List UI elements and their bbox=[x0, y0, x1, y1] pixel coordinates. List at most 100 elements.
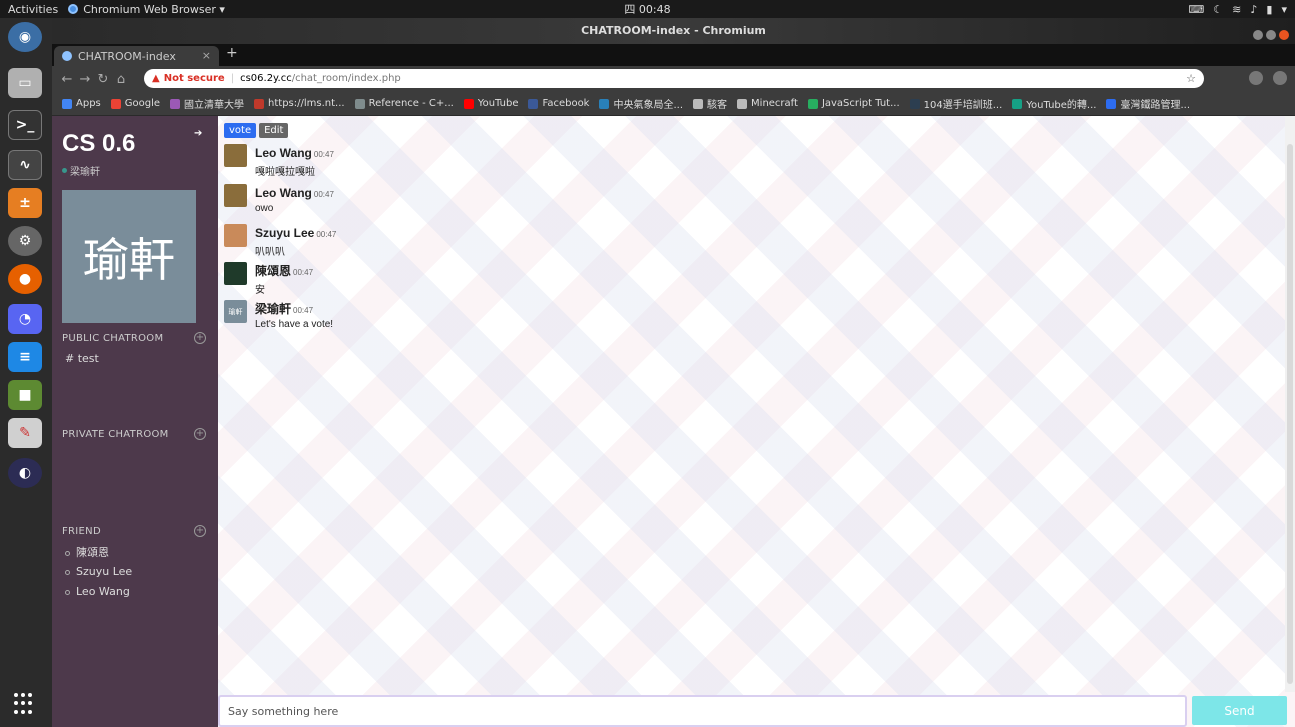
system-monitor-dock-icon[interactable]: ∿ bbox=[8, 150, 42, 180]
minimize-button[interactable] bbox=[1253, 30, 1263, 40]
edit-button[interactable]: Edit bbox=[259, 123, 289, 138]
firefox-dock-icon[interactable]: ● bbox=[8, 264, 42, 294]
night-light-icon[interactable]: ☾ bbox=[1213, 3, 1223, 16]
message-time: 00:47 bbox=[293, 306, 314, 315]
vote-button[interactable]: vote bbox=[224, 123, 257, 138]
new-tab-button[interactable]: + bbox=[226, 45, 238, 61]
terminal-dock-icon[interactable]: >_ bbox=[8, 110, 42, 140]
extension-icon[interactable] bbox=[1249, 71, 1263, 85]
message-text: 嘎啦嘎拉嘎啦 bbox=[255, 167, 315, 178]
message-author: 梁瑜軒 bbox=[255, 302, 292, 316]
bookmark-item[interactable]: 駭客 bbox=[693, 96, 727, 111]
sidebar: CS 0.6 ➔ 梁瑜軒 瑜軒 PUBLIC CHATROOM + # test… bbox=[52, 116, 218, 727]
bookmark-label: Apps bbox=[76, 98, 101, 109]
bookmark-favicon-icon bbox=[693, 98, 704, 109]
friend-item[interactable]: Szuyu Lee bbox=[65, 565, 132, 578]
bookmark-label: 中央氣象局全... bbox=[613, 100, 684, 111]
settings-dock-icon[interactable]: ⚙ bbox=[8, 226, 42, 256]
app-menu[interactable]: Chromium Web Browser ▾ bbox=[68, 3, 225, 16]
bookmark-item[interactable]: 104選手培訓班... bbox=[909, 96, 1003, 111]
public-chatroom-title: PUBLIC CHATROOM bbox=[62, 333, 164, 344]
home-icon[interactable]: ⌂ bbox=[112, 72, 130, 87]
not-secure-label[interactable]: Not secure bbox=[164, 73, 225, 84]
editor-dock-icon[interactable]: ✎ bbox=[8, 418, 42, 448]
tab-close-icon[interactable]: × bbox=[202, 49, 211, 62]
media-dock-icon[interactable]: ◐ bbox=[8, 458, 42, 488]
add-friend-button[interactable]: + bbox=[194, 525, 206, 537]
bookmark-item[interactable]: YouTube的轉... bbox=[1012, 96, 1096, 111]
files-dock-icon[interactable]: ▭ bbox=[8, 68, 42, 98]
bookmark-star-icon[interactable]: ☆ bbox=[1186, 72, 1196, 85]
discord-dock-icon[interactable]: ◔ bbox=[8, 304, 42, 334]
message-header: 陳頌恩 00:47 bbox=[255, 262, 313, 280]
message-time: 00:47 bbox=[316, 230, 337, 239]
bookmark-label: JavaScript Tut... bbox=[821, 98, 900, 109]
bookmark-item[interactable]: https://lms.nt... bbox=[254, 98, 345, 109]
keyboard-icon[interactable]: ⌨ bbox=[1188, 3, 1204, 16]
minecraft-dock-icon[interactable]: ■ bbox=[8, 380, 42, 410]
message-header: Leo Wang 00:47 bbox=[255, 184, 334, 202]
bookmark-item[interactable]: Reference - C+... bbox=[354, 98, 454, 109]
bookmark-item[interactable]: 國立清華大學 bbox=[170, 96, 244, 111]
message-time: 00:47 bbox=[293, 268, 314, 277]
maximize-button[interactable] bbox=[1266, 30, 1276, 40]
bookmark-item[interactable]: Facebook bbox=[528, 98, 589, 109]
composer: Say something here Send bbox=[218, 695, 1295, 727]
battery-icon[interactable]: ▮ bbox=[1266, 3, 1272, 16]
calculator-dock-icon[interactable]: ± bbox=[8, 188, 42, 218]
show-applications-icon[interactable] bbox=[14, 693, 36, 715]
bookmark-favicon-icon bbox=[599, 98, 610, 109]
not-secure-icon[interactable]: ▲ bbox=[152, 73, 160, 84]
window-titlebar[interactable]: CHATROOM-index - Chromium bbox=[52, 18, 1295, 44]
chat-scrollbar[interactable] bbox=[1285, 116, 1295, 692]
bookmark-label: 104選手培訓班... bbox=[923, 100, 1003, 111]
system-tray[interactable]: ⌨ ☾ ≋ ♪ ▮ ▾ bbox=[1188, 0, 1287, 18]
bookmark-item[interactable]: YouTube bbox=[463, 98, 518, 109]
chat-message: Leo Wang 00:47 嘎啦嘎拉嘎啦 bbox=[224, 144, 334, 178]
power-menu-icon[interactable]: ▾ bbox=[1281, 3, 1287, 16]
chat-message: 陳頌恩 00:47 安 bbox=[224, 262, 313, 296]
bookmark-favicon-icon bbox=[110, 98, 121, 109]
bookmark-item[interactable]: Minecraft bbox=[737, 98, 798, 109]
friend-item[interactable]: 陳頌恩 bbox=[65, 544, 109, 560]
reload-icon[interactable]: ↻ bbox=[94, 72, 112, 87]
message-input[interactable]: Say something here bbox=[218, 695, 1187, 727]
chromium-icon bbox=[68, 4, 79, 14]
user-status: 梁瑜軒 bbox=[62, 163, 100, 178]
message-body: 梁瑜軒 00:47 Let's have a vote! bbox=[255, 300, 333, 330]
add-public-chatroom-button[interactable]: + bbox=[194, 332, 206, 344]
message-avatar bbox=[224, 144, 247, 167]
bookmarks-bar: Apps Google 國立清華大學 https://lms.nt... Referen… bbox=[52, 92, 1295, 116]
bookmark-item[interactable]: 臺灣鐵路管理... bbox=[1106, 96, 1190, 111]
volume-icon[interactable]: ♪ bbox=[1250, 3, 1257, 16]
bookmark-item[interactable]: Google bbox=[110, 98, 161, 109]
bookmark-item[interactable]: JavaScript Tut... bbox=[807, 98, 900, 109]
chromium-dock-icon[interactable]: ◉ bbox=[8, 22, 42, 52]
activities-button[interactable]: Activities bbox=[0, 3, 68, 16]
bookmark-label: Google bbox=[124, 98, 161, 109]
message-author: Leo Wang bbox=[255, 146, 312, 160]
profile-avatar-icon[interactable] bbox=[1273, 71, 1287, 85]
message-author: 陳頌恩 bbox=[255, 264, 292, 278]
bookmark-item[interactable]: Apps bbox=[62, 98, 101, 109]
add-private-chatroom-button[interactable]: + bbox=[194, 428, 206, 440]
friend-item[interactable]: Leo Wang bbox=[65, 585, 130, 598]
chat-message: Leo Wang 00:47 owo bbox=[224, 184, 334, 214]
bookmark-item[interactable]: 中央氣象局全... bbox=[599, 96, 683, 111]
scrollbar-thumb[interactable] bbox=[1287, 144, 1293, 684]
send-button[interactable]: Send bbox=[1192, 696, 1287, 725]
logout-icon[interactable]: ➔ bbox=[194, 128, 202, 139]
writer-dock-icon[interactable]: ≡ bbox=[8, 342, 42, 372]
close-window-button[interactable] bbox=[1279, 30, 1289, 40]
back-icon[interactable]: ← bbox=[58, 72, 76, 87]
bookmark-label: 臺灣鐵路管理... bbox=[1120, 100, 1191, 111]
bookmark-label: YouTube的轉... bbox=[1026, 100, 1097, 111]
browser-tab[interactable]: CHATROOM-index × bbox=[54, 46, 219, 66]
wifi-icon[interactable]: ≋ bbox=[1232, 3, 1241, 16]
message-text: 安 bbox=[255, 285, 265, 296]
chatroom-item-test[interactable]: # test bbox=[65, 352, 99, 365]
url-host: cs06.2y.cc bbox=[240, 73, 292, 84]
forward-icon[interactable]: → bbox=[76, 72, 94, 87]
address-bar[interactable]: ▲ Not secure | cs06.2y.cc/chat_room/inde… bbox=[144, 69, 1204, 88]
top-bar: Activities Chromium Web Browser ▾ 四 00:4… bbox=[0, 0, 1295, 18]
